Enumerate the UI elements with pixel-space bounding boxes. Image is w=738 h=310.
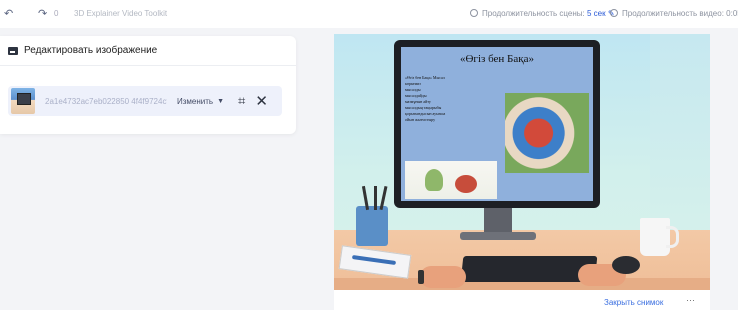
monitor-stand <box>484 208 512 234</box>
pen-cup <box>356 206 388 246</box>
scene-duration-label: Продолжительность сцены: <box>482 9 585 18</box>
file-name: 2a1e4732ac7eb022850 4f4f9724cfc... <box>45 96 167 106</box>
panel-title: Редактировать изображение <box>24 45 158 56</box>
mouse <box>612 256 640 274</box>
app-title: 3D Explainer Video Toolkit <box>74 9 168 18</box>
panel-header: Редактировать изображение <box>0 36 296 66</box>
left-hand <box>420 266 466 288</box>
change-image-button[interactable]: Изменить ▼ <box>177 97 224 106</box>
monitor: «Өгіз бен Бақа» «Өгіз бен Бақа» Мысал кө… <box>394 40 600 208</box>
video-duration: Продолжительность видео: 0:05 мин <box>610 9 738 18</box>
history-counter: 0 <box>54 9 59 18</box>
scene-duration[interactable]: Продолжительность сцены: 5 сек ✎ <box>470 9 615 18</box>
keyboard <box>460 256 598 282</box>
close-icon[interactable]: ✕ <box>255 94 268 109</box>
image-thumbnail <box>11 88 35 114</box>
edit-image-panel: Редактировать изображение 2a1e4732ac7eb0… <box>0 36 296 134</box>
slide-title: «Өгіз бен Бақа» <box>459 53 534 65</box>
image-icon <box>8 46 18 55</box>
crop-icon[interactable]: ⌗ <box>238 93 245 109</box>
scene-canvas[interactable]: «Өгіз бен Бақа» «Өгіз бен Бақа» Мысал кө… <box>334 34 710 290</box>
video-duration-label: Продолжительность видео: 0:05 мин <box>622 9 738 18</box>
frog-illustration <box>405 161 497 199</box>
ox-illustration <box>505 93 589 173</box>
top-bar: ↶ ↷ 0 3D Explainer Video Toolkit Продолж… <box>0 0 738 28</box>
slide-text: «Өгіз бен Бақа» Мысал көркемиз мысалды м… <box>405 75 500 123</box>
monitor-screen[interactable]: «Өгіз бен Бақа» «Өгіз бен Бақа» Мысал кө… <box>401 47 593 201</box>
scene-duration-value[interactable]: 5 сек <box>587 9 606 18</box>
watch <box>418 270 424 284</box>
close-snapshot-button[interactable]: Закрыть снимок <box>604 298 663 307</box>
clock-icon <box>470 9 478 17</box>
undo-icon[interactable]: ↶ <box>4 7 13 20</box>
monitor-base <box>460 232 536 240</box>
image-file-row: 2a1e4732ac7eb022850 4f4f9724cfc... Измен… <box>8 86 282 116</box>
redo-icon[interactable]: ↷ <box>38 7 47 20</box>
chevron-down-icon: ▼ <box>217 97 225 105</box>
pen <box>374 186 377 210</box>
change-label: Изменить <box>177 96 214 106</box>
canvas-footer: Закрыть снимок ··· <box>334 290 710 310</box>
more-icon[interactable]: ··· <box>686 295 695 305</box>
clock-icon <box>610 9 618 17</box>
mug <box>640 218 679 256</box>
slide-line: ойын жалғастыру <box>405 117 436 122</box>
